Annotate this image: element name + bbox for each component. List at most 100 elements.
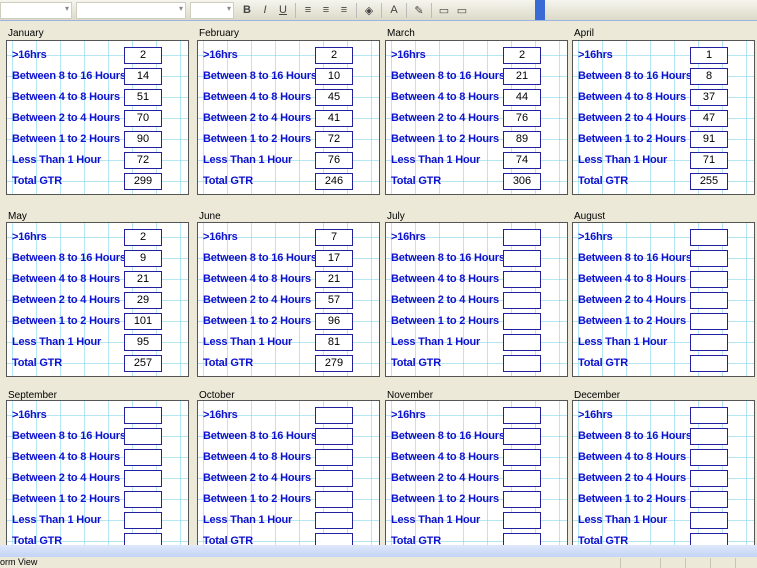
stat-label: Between 2 to 4 Hours — [12, 112, 120, 124]
stat-value-field[interactable] — [690, 250, 728, 267]
font-name-combo[interactable] — [76, 1, 186, 19]
stat-value-field[interactable]: 2 — [315, 47, 353, 64]
stat-value-field[interactable] — [690, 334, 728, 351]
stat-value-field[interactable]: 76 — [315, 152, 353, 169]
stat-value-field[interactable] — [315, 449, 353, 466]
stat-value-field[interactable]: 72 — [124, 152, 162, 169]
stat-value-field[interactable]: 37 — [690, 89, 728, 106]
stat-value-field[interactable]: 44 — [503, 89, 541, 106]
stat-value-field[interactable] — [503, 229, 541, 246]
stat-value-field[interactable]: 306 — [503, 173, 541, 190]
bold-button[interactable]: B — [239, 4, 255, 16]
italic-button[interactable]: I — [257, 4, 273, 16]
stat-value-field[interactable]: 57 — [315, 292, 353, 309]
stat-value-field[interactable]: 74 — [503, 152, 541, 169]
stat-value-field[interactable] — [124, 491, 162, 508]
stat-value-field[interactable] — [124, 428, 162, 445]
horizontal-scrollbar[interactable] — [0, 545, 757, 557]
stat-value-field[interactable] — [690, 271, 728, 288]
stat-value-field[interactable]: 17 — [315, 250, 353, 267]
align-center-button[interactable]: ≡ — [318, 4, 334, 16]
stat-value-field[interactable]: 21 — [315, 271, 353, 288]
stat-value-field[interactable] — [503, 355, 541, 372]
stat-value-field[interactable] — [690, 229, 728, 246]
stat-value-field[interactable] — [503, 292, 541, 309]
stat-value-field[interactable] — [503, 250, 541, 267]
align-right-button[interactable]: ≡ — [336, 4, 352, 16]
stat-value-field[interactable]: 76 — [503, 110, 541, 127]
stat-value-field[interactable]: 2 — [124, 229, 162, 246]
stat-value-field[interactable]: 8 — [690, 68, 728, 85]
stat-value-field[interactable]: 89 — [503, 131, 541, 148]
stat-value-field[interactable] — [124, 449, 162, 466]
stat-value-field[interactable]: 9 — [124, 250, 162, 267]
stat-value-field[interactable] — [690, 355, 728, 372]
stat-value-field[interactable]: 41 — [315, 110, 353, 127]
stat-value-field[interactable]: 257 — [124, 355, 162, 372]
stat-value-field[interactable] — [503, 271, 541, 288]
stat-value-field[interactable]: 45 — [315, 89, 353, 106]
stat-value-field[interactable] — [690, 407, 728, 424]
stat-value-field[interactable]: 47 — [690, 110, 728, 127]
line-width-icon[interactable]: ▭ — [436, 4, 452, 17]
stat-value-field[interactable] — [690, 292, 728, 309]
stat-value-field[interactable] — [690, 313, 728, 330]
stat-value-field[interactable] — [503, 449, 541, 466]
stat-value-field[interactable] — [503, 334, 541, 351]
stat-value-field[interactable] — [503, 313, 541, 330]
status-text: orm View — [0, 557, 38, 567]
stat-value-field[interactable]: 246 — [315, 173, 353, 190]
stat-value-field[interactable]: 2 — [503, 47, 541, 64]
object-combo[interactable] — [0, 1, 72, 19]
stat-value-field[interactable]: 279 — [315, 355, 353, 372]
stat-value-field[interactable] — [503, 470, 541, 487]
stat-value-field[interactable]: 29 — [124, 292, 162, 309]
stat-value-field[interactable]: 21 — [124, 271, 162, 288]
stat-value-field[interactable]: 91 — [690, 131, 728, 148]
stat-value-field[interactable] — [315, 470, 353, 487]
stat-value-field[interactable]: 81 — [315, 334, 353, 351]
stat-value-field[interactable]: 51 — [124, 89, 162, 106]
stat-value-field[interactable] — [690, 512, 728, 529]
stat-value-field[interactable] — [503, 407, 541, 424]
stat-value-field[interactable] — [503, 428, 541, 445]
stat-value-field[interactable] — [690, 428, 728, 445]
stat-value-field[interactable] — [315, 512, 353, 529]
stat-value-field[interactable]: 70 — [124, 110, 162, 127]
stat-value-field[interactable] — [124, 512, 162, 529]
stat-value-field[interactable]: 21 — [503, 68, 541, 85]
special-effect-icon[interactable]: ▭ — [454, 4, 470, 17]
stat-value-field[interactable]: 90 — [124, 131, 162, 148]
stat-value-field[interactable] — [690, 449, 728, 466]
stat-value-field[interactable]: 72 — [315, 131, 353, 148]
stat-value-field[interactable]: 1 — [690, 47, 728, 64]
stat-value-field[interactable]: 95 — [124, 334, 162, 351]
fill-color-icon[interactable]: ◈ — [361, 4, 377, 17]
stat-value-field[interactable]: 255 — [690, 173, 728, 190]
stat-value-field[interactable]: 7 — [315, 229, 353, 246]
stat-value-field[interactable]: 2 — [124, 47, 162, 64]
stat-value-field[interactable] — [124, 470, 162, 487]
stat-value-field[interactable] — [315, 407, 353, 424]
toolbar-options-grip[interactable] — [535, 0, 545, 20]
align-left-button[interactable]: ≡ — [300, 4, 316, 16]
stat-value-field[interactable]: 101 — [124, 313, 162, 330]
underline-button[interactable]: U — [275, 4, 291, 16]
stat-value-field[interactable] — [503, 512, 541, 529]
stat-value-field[interactable] — [690, 470, 728, 487]
stat-value-field[interactable] — [315, 491, 353, 508]
font-size-combo[interactable] — [190, 1, 234, 19]
line-color-icon[interactable]: ✎ — [411, 4, 427, 17]
font-color-icon[interactable]: A — [386, 4, 402, 16]
stat-value-field[interactable] — [690, 491, 728, 508]
stat-value-field[interactable]: 96 — [315, 313, 353, 330]
stat-value-field[interactable] — [124, 407, 162, 424]
stat-value-field[interactable]: 71 — [690, 152, 728, 169]
stat-value-field[interactable]: 14 — [124, 68, 162, 85]
stat-value-field[interactable] — [315, 428, 353, 445]
stat-row: Between 8 to 16 Hours — [12, 428, 188, 445]
stat-value-field[interactable]: 299 — [124, 173, 162, 190]
stat-row: Less Than 1 Hour 71 — [578, 152, 754, 169]
stat-value-field[interactable]: 10 — [315, 68, 353, 85]
stat-value-field[interactable] — [503, 491, 541, 508]
